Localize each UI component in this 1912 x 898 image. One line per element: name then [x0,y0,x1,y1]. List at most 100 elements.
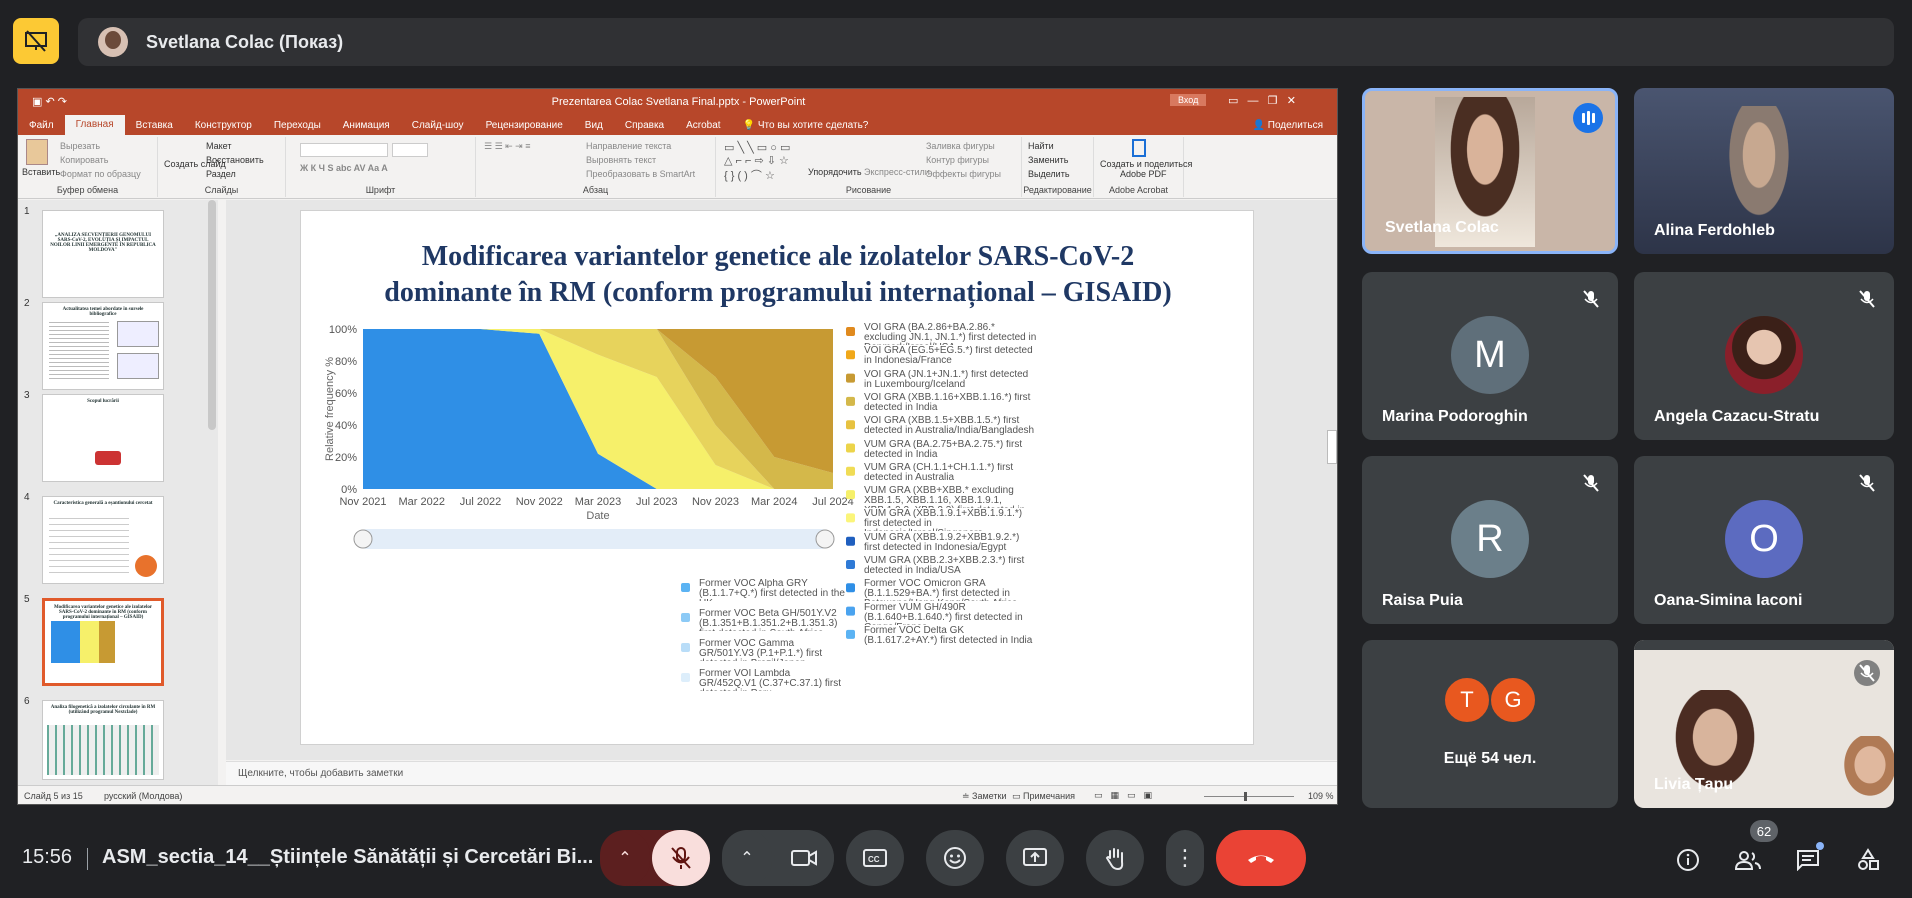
select-button[interactable]: Выделить [1028,169,1070,179]
slide-thumbnail[interactable]: Analiza filogenetică a izolatelor circul… [42,700,164,780]
thumb-number: 2 [24,298,30,309]
create-share-label[interactable]: Создать и поделиться [1100,159,1192,169]
participant-tile[interactable]: Alina Ferdohleb [1634,88,1894,254]
slide-thumbnail[interactable]: Caracteristica generală a eșantionului c… [42,496,164,584]
arrange-button[interactable]: Упорядочить [808,167,862,177]
shape-outline-button[interactable]: Контур фигуры [926,155,989,165]
notes-placeholder: Щелкните, чтобы добавить заметки [238,768,404,779]
section-button[interactable]: Раздел [206,169,236,179]
thumb-image [47,725,159,775]
paste-button[interactable]: Вставить [22,167,60,177]
slide-thumbnail[interactable]: „ANALIZA SECVENȚIERII GENOMULUI SARS-CoV… [42,210,164,298]
cut-button[interactable]: Вырезать [60,141,100,151]
zoom-slider-handle[interactable] [1244,792,1247,801]
raise-hand-button[interactable] [1086,830,1144,886]
tell-me-search[interactable]: 💡 Что вы хотите сделать? [732,120,880,131]
thumb-chart [51,621,115,663]
present-screen-icon [1023,848,1047,866]
tab-view[interactable]: Вид [574,120,614,131]
tab-insert[interactable]: Вставка [125,120,184,131]
text-direction-button[interactable]: Направление текста [586,141,671,151]
participant-tile[interactable]: Livia Țapu [1634,640,1894,808]
acrobat-label: Adobe Acrobat [1108,185,1169,195]
meeting-info-button[interactable] [1668,840,1708,880]
legend-swatch [846,443,855,453]
zoom-level[interactable]: 109 % [1308,791,1334,801]
captions-button[interactable]: CC [846,830,904,886]
layout-button[interactable]: Макет [206,141,231,151]
notes-pane[interactable]: Щелкните, чтобы добавить заметки [226,761,1337,785]
slide-thumbnail[interactable]: Scopul lucrării [42,394,164,482]
mic-off-icon [1854,286,1880,312]
slide-thumbnail[interactable]: Actualitatea temei abordate în sursele b… [42,302,164,390]
bottom-bar: 15:56 ASM_sectia_14__Științele Sănătății… [0,820,1912,898]
notes-toggle[interactable]: ≐ Заметки [962,791,1006,802]
tab-review[interactable]: Рецензирование [475,120,574,131]
comments-toggle[interactable]: ▭ Примечания [1012,791,1075,802]
legend-label: Former VOI Lambda GR/452Q.V1 (C.37+C.37.… [699,669,842,691]
paste-icon[interactable] [26,139,48,165]
list-icons[interactable]: ☰ ☰ ⇤ ⇥ ≡ [484,141,530,152]
more-participants-tile[interactable]: T G Ещё 54 чел. [1362,640,1618,808]
activities-icon [1858,848,1879,870]
shape-fill-button[interactable]: Заливка фигуры [926,141,995,151]
tab-help[interactable]: Справка [614,120,675,131]
tab-slideshow[interactable]: Слайд-шоу [401,120,475,131]
present-screen-button[interactable] [1006,830,1064,886]
window-controls[interactable]: ▭ — ❐ ✕ [1228,94,1296,107]
slide-scroll-thumb[interactable] [1327,430,1337,464]
camera-options-button[interactable]: ⌃ [722,830,772,886]
font-size-select[interactable] [392,143,428,157]
end-call-button[interactable] [1216,830,1306,886]
people-count-badge: 62 [1750,820,1778,842]
participant-tile[interactable]: R Raisa Puia [1362,456,1618,624]
language-indicator[interactable]: русский (Молдова) [104,791,182,801]
shapes-gallery[interactable]: ▭ ╲ ╲ ▭ ○ ▭ △ ⌐ ⌐ ⇨ ⇩ ☆{ } ( ) ⌒ ☆ [724,141,790,183]
tab-file[interactable]: Файл [18,120,65,131]
quick-styles-button[interactable]: Экспресс-стили [864,167,930,177]
smartart-button[interactable]: Преобразовать в SmartArt [586,169,695,179]
copy-button[interactable]: Копировать [60,155,108,165]
more-options-button[interactable]: ⋮ [1166,830,1204,886]
meeting-name[interactable]: ASM_sectia_14__Științele Sănătății și Ce… [102,846,593,869]
participant-tile[interactable]: O Oana-Simina Iaconi [1634,456,1894,624]
thumbs-scrollbar[interactable] [208,200,216,430]
camera-toggle-button[interactable] [774,830,834,886]
replace-button[interactable]: Заменить [1028,155,1068,165]
mic-toggle-button[interactable] [652,830,710,886]
login-button[interactable]: Вход [1170,94,1207,106]
tab-design[interactable]: Конструктор [184,120,263,131]
slide-scrollbar[interactable] [1327,200,1337,760]
tab-home[interactable]: Главная [64,115,125,135]
share-button[interactable]: 👤 Поделиться [1253,120,1337,131]
slide-thumbnail-selected[interactable]: Modificarea variantelor genetice ale izo… [42,598,164,686]
presentation-mode-icon[interactable] [13,18,59,64]
y-tick-label: 80% [335,356,357,368]
adobe-pdf-icon[interactable] [1132,139,1146,157]
adobe-pdf-label[interactable]: Adobe PDF [1120,169,1167,179]
align-text-button[interactable]: Выровнять текст [586,155,656,165]
tab-animations[interactable]: Анимация [332,120,401,131]
zoom-slider[interactable] [1204,796,1294,797]
legend-label-box: VOI GRA (JN.1+JN.1.*) first detected in … [864,370,1028,390]
participant-tile[interactable]: M Marina Podoroghin [1362,272,1618,440]
slides-group: Создать слайд Макет Восстановить Раздел … [158,137,286,197]
participant-tile[interactable]: Angela Cazacu-Stratu [1634,272,1894,440]
tab-acrobat[interactable]: Acrobat [675,120,731,131]
reset-button[interactable]: Восстановить [206,155,264,165]
people-button[interactable] [1728,840,1768,880]
format-painter-button[interactable]: Формат по образцу [60,169,141,179]
tab-transitions[interactable]: Переходы [263,120,332,131]
font-format-icons[interactable]: Ж К Ч S abc AV Aa A [300,163,388,173]
font-name-select[interactable] [300,143,388,157]
mic-options-button[interactable]: ⌃ [600,830,650,886]
chat-button[interactable] [1788,840,1828,880]
shape-effects-button[interactable]: Эффекты фигуры [926,169,1001,179]
activities-button[interactable] [1848,840,1888,880]
participant-tile-speaking[interactable]: Svetlana Colac [1362,88,1618,254]
find-button[interactable]: Найти [1028,141,1054,151]
view-buttons[interactable]: ▭▦▭▣ [1094,790,1160,801]
legend-label-box: VOI GRA (EG.5+EG.5.*) first detected in … [864,346,1033,366]
chat-icon [1797,850,1819,871]
reactions-button[interactable] [926,830,984,886]
